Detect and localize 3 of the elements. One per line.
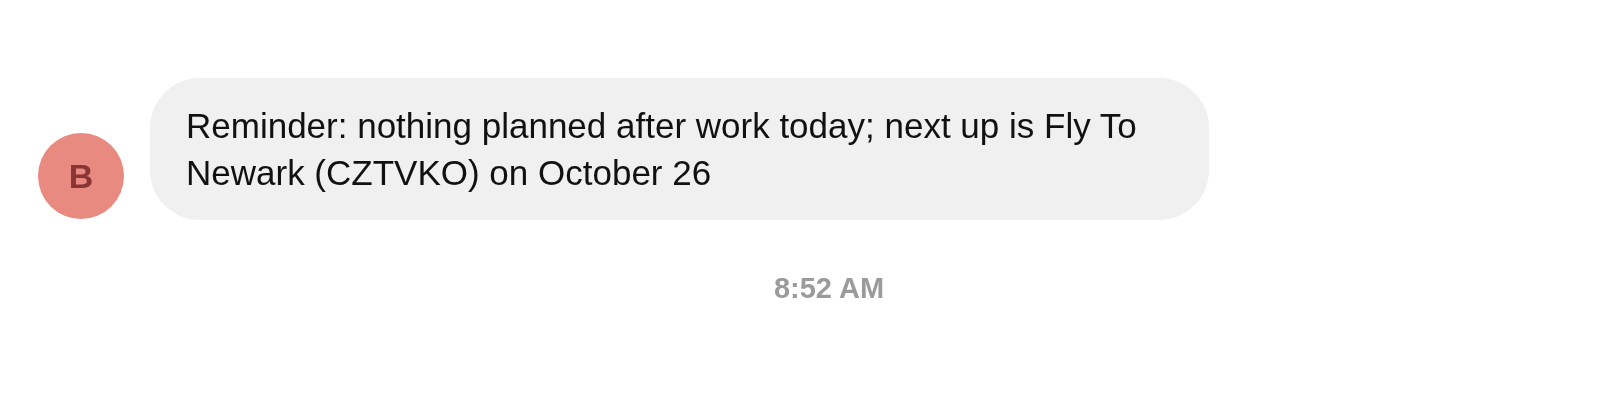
message-bubble: Reminder: nothing planned after work today; next up is Fly To Newark (CZTVKO) on October 26: [150, 78, 1209, 220]
timestamp: 8:52 AM: [773, 272, 885, 304]
avatar: B: [38, 133, 124, 219]
